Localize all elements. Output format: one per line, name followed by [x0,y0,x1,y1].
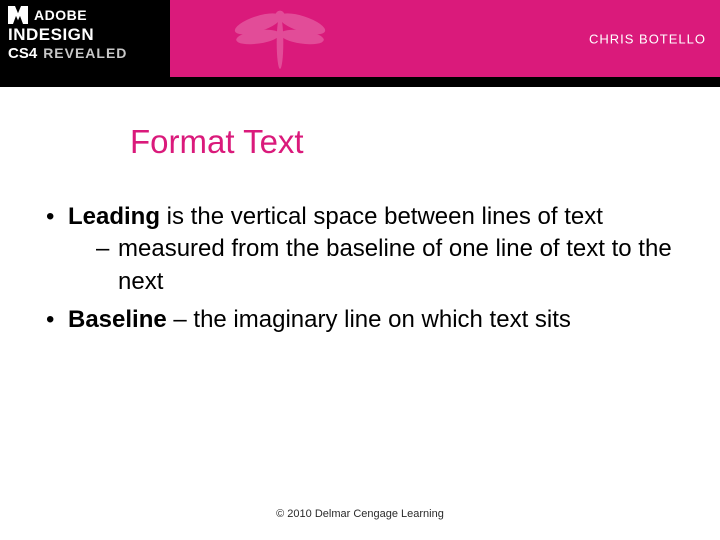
sub-list: measured from the baseline of one line o… [68,233,680,298]
adobe-logo-icon [8,6,28,24]
list-item: Baseline – the imaginary line on which t… [40,304,680,336]
slide-title: Format Text [130,123,680,161]
brand-indesign: INDESIGN [8,26,162,43]
copyright-footer: © 2010 Delmar Cengage Learning [0,508,720,520]
sub-list-item: measured from the baseline of one line o… [68,233,680,298]
header-divider [0,77,720,87]
term-leading: Leading [68,203,160,230]
brand-cs4: CS4 [8,45,37,62]
dragonfly-icon [225,0,335,92]
brand-logo-block: ADOBE INDESIGN CS4 REVEALED [0,0,170,77]
brand-revealed: REVEALED [43,45,127,61]
brand-adobe: ADOBE [34,7,87,23]
bullet-text: is the vertical space between lines of t… [160,203,603,230]
slide-header: ADOBE INDESIGN CS4 REVEALED CHRIS BOTELL… [0,0,720,77]
term-baseline: Baseline [68,306,167,333]
bullet-list: Leading is the vertical space between li… [40,201,680,337]
list-item: Leading is the vertical space between li… [40,201,680,298]
bullet-text: – the imaginary line on which text sits [167,306,571,333]
slide-content: Format Text Leading is the vertical spac… [0,87,720,337]
author-name: CHRIS BOTELLO [589,31,706,46]
